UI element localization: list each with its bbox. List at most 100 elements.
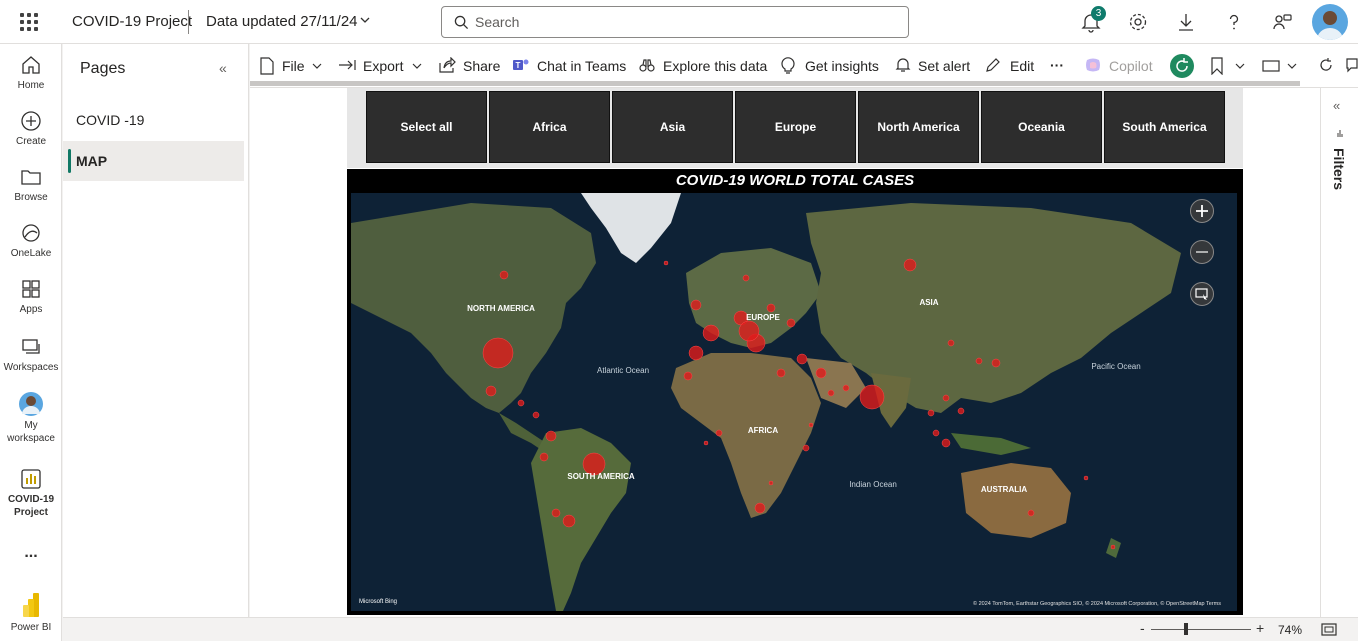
fit-to-page-icon[interactable] bbox=[1321, 623, 1337, 636]
bubble-scandinavia bbox=[742, 274, 750, 282]
search-input[interactable] bbox=[475, 12, 895, 32]
bubble-cuba bbox=[532, 411, 540, 419]
chevron-down-icon[interactable] bbox=[360, 15, 370, 25]
bubble-malaysia bbox=[932, 429, 940, 437]
share-icon bbox=[439, 57, 456, 73]
search-box[interactable] bbox=[441, 6, 909, 38]
binoculars-icon bbox=[639, 59, 655, 72]
bubble-india bbox=[859, 384, 885, 410]
bubble-kenya bbox=[802, 444, 810, 452]
pages-title: Pages bbox=[80, 60, 126, 77]
more-actions-icon[interactable]: ··· bbox=[1050, 57, 1064, 73]
rail-onelake[interactable]: OneLake bbox=[0, 222, 62, 260]
notification-badge: 3 bbox=[1091, 6, 1106, 21]
rail-powerbi[interactable]: Power BI bbox=[0, 592, 62, 634]
zoom-slider-thumb[interactable] bbox=[1184, 623, 1188, 635]
copilot-icon bbox=[1086, 58, 1100, 72]
bubble-australia bbox=[1027, 509, 1035, 517]
bubble-vietnam bbox=[942, 394, 950, 402]
bookmark-icon[interactable] bbox=[1210, 57, 1224, 75]
rail-covid-project[interactable]: COVID-19 Project bbox=[0, 468, 62, 519]
map-label-europe: EUROPE bbox=[746, 313, 780, 322]
slicer-south-america[interactable]: South America bbox=[1104, 91, 1225, 163]
slicer-europe[interactable]: Europe bbox=[735, 91, 856, 163]
map-label-australia: AUSTRALIA bbox=[981, 485, 1027, 494]
rail-create[interactable]: Create bbox=[0, 110, 62, 148]
horizontal-scrollbar[interactable] bbox=[250, 81, 1300, 86]
bubble-new-zealand bbox=[1110, 544, 1116, 550]
bubble-japan bbox=[991, 358, 1001, 368]
map-title: COVID-19 WORLD TOTAL CASES bbox=[675, 172, 915, 189]
help-icon[interactable] bbox=[1223, 11, 1245, 33]
refresh-badge-icon[interactable] bbox=[1170, 54, 1194, 78]
bubble-spain bbox=[688, 345, 704, 361]
home-icon bbox=[22, 56, 40, 74]
filters-label: Filters bbox=[1331, 148, 1347, 191]
zoom-level: 74% bbox=[1278, 623, 1303, 637]
refresh-icon[interactable] bbox=[1318, 57, 1334, 73]
bubble-korea bbox=[975, 357, 983, 365]
bubble-france bbox=[702, 324, 720, 342]
map-label-south-america: SOUTH AMERICA bbox=[567, 472, 634, 481]
top-bar: COVID-19 Project Data updated 27/11/24 3 bbox=[0, 0, 1358, 44]
bubble-europe-center bbox=[738, 320, 760, 342]
svg-text:T: T bbox=[516, 61, 521, 70]
gear-icon[interactable] bbox=[1127, 11, 1149, 33]
more-icon[interactable]: ... bbox=[0, 544, 62, 562]
left-nav-rail: Home Create Browse OneLake Apps Workspac… bbox=[0, 44, 62, 641]
zoom-in-button[interactable] bbox=[1190, 199, 1214, 223]
chevron-down-icon bbox=[412, 63, 422, 69]
page-map[interactable]: MAP bbox=[63, 141, 244, 181]
bubble-iceland bbox=[663, 260, 669, 266]
map-area[interactable]: NORTH AMERICA SOUTH AMERICA EUROPE ASIA … bbox=[351, 193, 1237, 611]
world-map: NORTH AMERICA SOUTH AMERICA EUROPE ASIA … bbox=[351, 193, 1237, 611]
comment-icon[interactable] bbox=[1346, 57, 1358, 73]
download-icon[interactable] bbox=[1175, 11, 1197, 33]
app-launcher-icon[interactable] bbox=[20, 13, 38, 31]
map-select-button[interactable] bbox=[1190, 282, 1214, 306]
chevron-down-icon[interactable] bbox=[1235, 61, 1245, 71]
rail-workspaces[interactable]: Workspaces bbox=[0, 336, 62, 374]
plus-icon bbox=[1196, 205, 1208, 217]
rail-home[interactable]: Home bbox=[0, 54, 62, 92]
pages-panel: Pages « COVID -19 MAP bbox=[63, 44, 249, 617]
rail-apps[interactable]: Apps bbox=[0, 278, 62, 316]
bubble-indonesia bbox=[941, 438, 951, 448]
zoom-out-button[interactable] bbox=[1190, 240, 1214, 264]
feedback-icon[interactable] bbox=[1271, 11, 1293, 33]
teams-icon: T bbox=[513, 59, 529, 70]
data-updated-label[interactable]: Data updated 27/11/24 bbox=[206, 13, 358, 30]
filter-icon bbox=[1337, 130, 1343, 137]
view-icon[interactable] bbox=[1262, 59, 1280, 73]
bubble-canada bbox=[499, 270, 509, 280]
bell-icon bbox=[895, 58, 911, 72]
plus-circle-icon bbox=[21, 111, 41, 131]
slicer-select-all[interactable]: Select all bbox=[366, 91, 487, 163]
map-attribution: © 2024 TomTom, Earthstar Geographics SIO… bbox=[973, 600, 1221, 607]
expand-filters-icon[interactable]: « bbox=[1333, 98, 1340, 113]
apps-icon bbox=[22, 280, 40, 298]
map-visual: COVID-19 WORLD TOTAL CASES NORTH AMERICA… bbox=[347, 169, 1243, 615]
app-title[interactable]: COVID-19 Project bbox=[72, 13, 192, 30]
user-avatar[interactable] bbox=[1312, 4, 1348, 40]
collapse-pages-icon[interactable]: « bbox=[219, 60, 227, 76]
page-covid-19[interactable]: COVID -19 bbox=[63, 100, 244, 140]
map-label-asia: ASIA bbox=[919, 298, 938, 307]
slicer-north-america[interactable]: North America bbox=[858, 91, 979, 163]
slicer-africa[interactable]: Africa bbox=[489, 91, 610, 163]
slicer-asia[interactable]: Asia bbox=[612, 91, 733, 163]
bubble-ethiopia bbox=[808, 422, 814, 428]
file-icon bbox=[260, 57, 274, 75]
map-label-pacific: Pacific Ocean bbox=[1091, 362, 1140, 371]
bubble-nigeria bbox=[715, 429, 723, 437]
zoom-out-icon[interactable]: - bbox=[1140, 620, 1145, 636]
slicer-oceania[interactable]: Oceania bbox=[981, 91, 1102, 163]
rail-browse[interactable]: Browse bbox=[0, 166, 62, 204]
rail-my-workspace[interactable]: My workspace bbox=[0, 392, 62, 445]
zoom-in-icon[interactable]: + bbox=[1256, 620, 1264, 636]
bubble-ukraine bbox=[786, 318, 796, 328]
filters-pane[interactable]: « Filters bbox=[1320, 88, 1358, 617]
zoom-slider-track[interactable] bbox=[1151, 629, 1251, 630]
chevron-down-icon[interactable] bbox=[1287, 61, 1297, 71]
bubble-zambia bbox=[768, 480, 774, 486]
